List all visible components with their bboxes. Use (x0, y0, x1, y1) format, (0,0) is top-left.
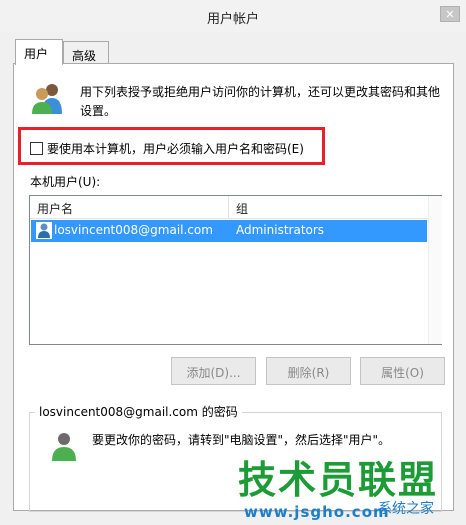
close-button[interactable]: ✕ (440, 6, 460, 22)
users-icon (30, 80, 66, 116)
password-group-title: losvincent008@gmail.com 的密码 (35, 403, 242, 420)
add-user-button[interactable]: 添加(D)... (171, 357, 256, 385)
remove-user-button[interactable]: 删除(R) (266, 357, 351, 385)
intro-text: 用下列表授予或拒绝用户访问你的计算机，还可以更改其密码和其他设置。 (80, 85, 441, 118)
require-login-label[interactable]: 要使用本计算机，用户必须输入用户名和密码(E) (47, 140, 304, 157)
watermark-logo: 技术员联盟 系统之家 www.jsgho.com (230, 458, 466, 525)
properties-button[interactable]: 属性(O) (360, 357, 445, 385)
tab-users-label: 用户 (24, 47, 49, 61)
users-list[interactable]: 用户名 组 losvincent008@gmail.com Administra… (29, 195, 442, 345)
row-username: losvincent008@gmail.com (54, 223, 213, 237)
password-change-text: 要更改你的密码，请转到"电脑设置"，然后选择"用户"。 (92, 433, 391, 447)
column-header-username[interactable]: 用户名 (30, 196, 229, 218)
close-icon: ✕ (445, 7, 455, 21)
user-icon (36, 222, 52, 239)
tab-users[interactable]: 用户 (15, 39, 63, 65)
header-divider (30, 218, 441, 219)
column-header-group[interactable]: 组 (229, 196, 428, 218)
list-scrollbar[interactable] (428, 196, 442, 344)
users-list-label: 本机用户(U): (30, 175, 101, 189)
row-group: Administrators (236, 223, 325, 237)
user-password-icon (48, 430, 80, 462)
window-title: 用户帐户 (206, 12, 259, 27)
watermark-brand: 技术员联盟 (238, 458, 439, 502)
require-login-checkbox[interactable] (30, 142, 43, 155)
tab-advanced-label: 高级 (72, 49, 97, 63)
watermark-url: www.jsgho.com (244, 503, 390, 521)
tab-advanced[interactable]: 高级 (63, 41, 109, 65)
table-row[interactable]: losvincent008@gmail.com Administrators (31, 220, 427, 242)
